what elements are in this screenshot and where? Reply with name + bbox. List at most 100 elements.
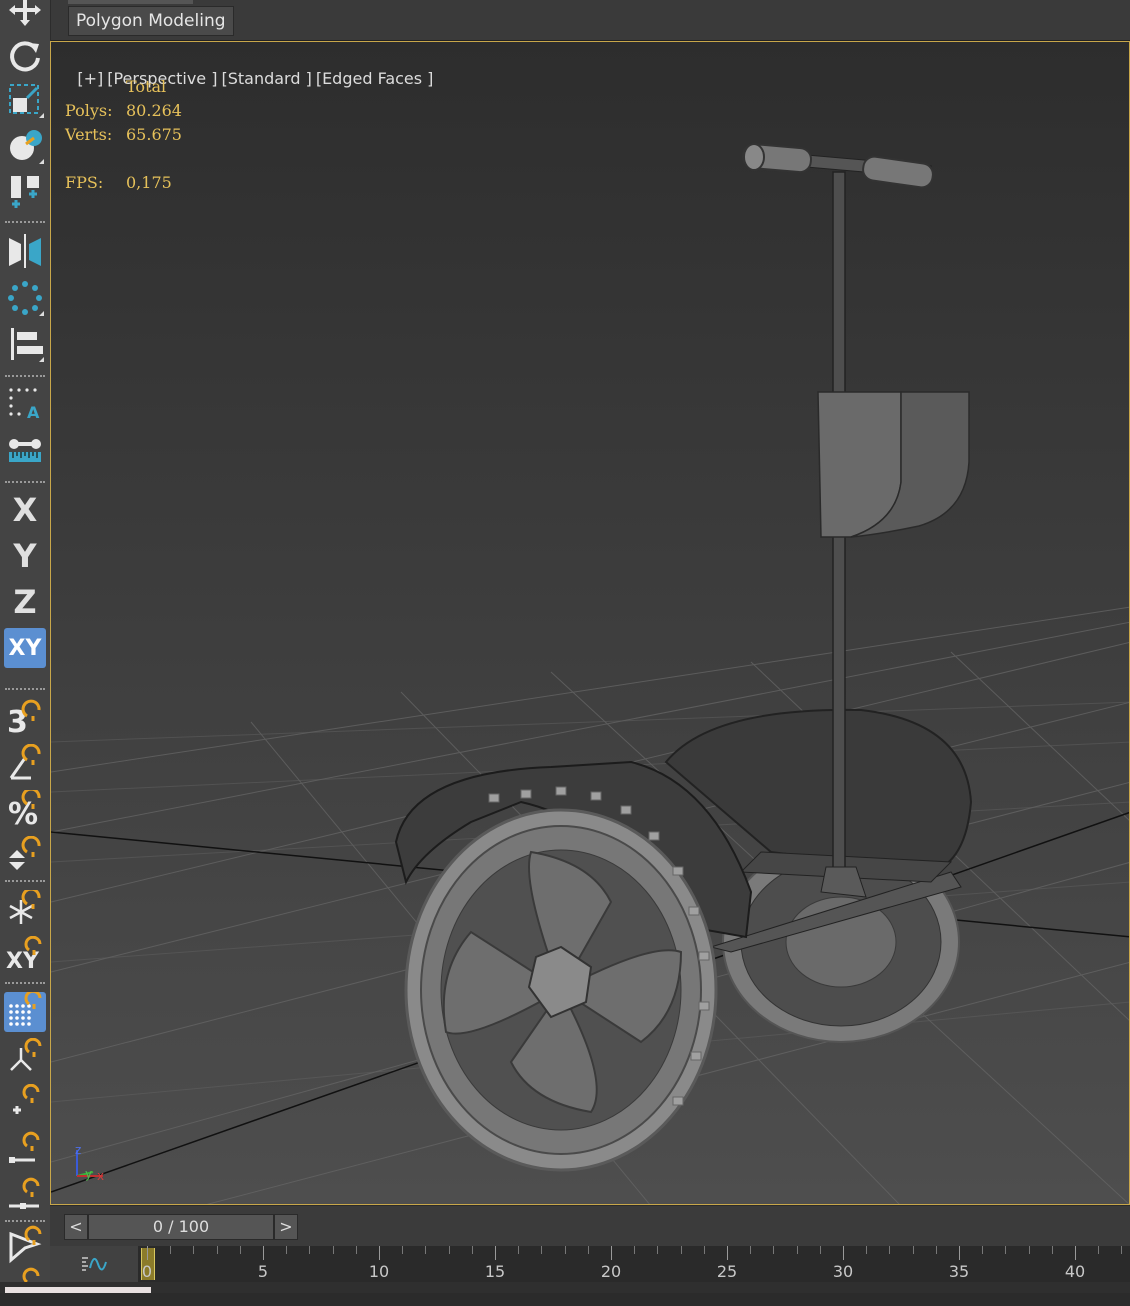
ruler-tick: [866, 1246, 868, 1254]
flyout-indicator: [39, 311, 44, 316]
xy-plane-button[interactable]: XY: [4, 628, 46, 668]
ruler-tick: [935, 1246, 937, 1254]
gizmo-y-label: y: [85, 1167, 92, 1181]
ruler-tick: [912, 1246, 914, 1254]
ruler-tick: [773, 1246, 775, 1254]
verts-label: Verts:: [65, 125, 113, 144]
named-selection-icon: A: [9, 388, 40, 422]
ruler-tick: [564, 1246, 566, 1254]
time-slider-thumb[interactable]: 0 / 100: [88, 1214, 274, 1240]
scale-button[interactable]: [4, 80, 46, 120]
perspective-viewport[interactable]: [+] [Perspective ] [Standard ] [Edged Faces…: [50, 41, 1130, 1205]
ruler-tick: [611, 1246, 612, 1260]
midpoint-snap-button[interactable]: [4, 1176, 46, 1216]
ruler-tick: [587, 1246, 589, 1254]
ruler-tick: [796, 1246, 798, 1254]
control-box: [817, 391, 970, 538]
create-selection-set-button[interactable]: [4, 170, 46, 210]
svg-text:3: 3: [7, 705, 28, 738]
y-axis-button[interactable]: Y: [4, 536, 46, 576]
grid-snap-button[interactable]: [4, 992, 46, 1032]
svg-text:A: A: [27, 403, 40, 422]
y-axis-icon: Y: [13, 537, 37, 575]
ruler-tick: [495, 1246, 496, 1260]
ruler-label: 15: [484, 1262, 506, 1281]
midpoint-snap-icon: [9, 1177, 40, 1209]
gizmo-x-label: x: [97, 1169, 104, 1183]
polys-label: Polys:: [65, 101, 113, 120]
3d-snap-button[interactable]: 3: [4, 698, 46, 738]
toolbar-separator: [5, 221, 45, 223]
snap-freeze-button[interactable]: [4, 890, 46, 930]
edge-snap-button[interactable]: [4, 1130, 46, 1170]
axis-constraint-snap-icon: XY: [6, 936, 42, 974]
ruler-tick: [1051, 1246, 1053, 1254]
ruler-tick: [819, 1246, 821, 1254]
axis-gizmo: z y x: [75, 1143, 104, 1183]
viewport-label[interactable]: [+] [Perspective ] [Standard ] [Edged Faces…: [57, 50, 437, 107]
ruler-label: 30: [832, 1262, 854, 1281]
ribbon-tab-polygon-modeling[interactable]: Polygon Modeling: [68, 6, 234, 36]
pivot-snap-button[interactable]: [4, 1038, 46, 1078]
viewport-menu-edged-faces[interactable]: [Edged Faces ]: [316, 69, 434, 88]
move-button[interactable]: [4, 0, 46, 30]
create-selection-icon: [11, 176, 39, 208]
main-toolbar: A X Y Z XY 3 % XY: [0, 0, 51, 1293]
measure-button[interactable]: [4, 430, 46, 470]
ruler-tick: [286, 1246, 288, 1254]
ruler-tick: [263, 1246, 264, 1260]
ruler-tick: [657, 1246, 659, 1254]
ruler-tick: [1121, 1246, 1123, 1254]
ruler-tick: [750, 1246, 752, 1254]
maxscript-listener-field[interactable]: [5, 1287, 151, 1293]
ruler-tick: [379, 1246, 380, 1260]
flyout-indicator: [39, 357, 44, 362]
time-slider-bar: < 0 / 100 >: [50, 1206, 1130, 1246]
ribbon-bar: Polygon Modeling: [50, 0, 1130, 41]
spinner-snap-button[interactable]: [4, 836, 46, 876]
named-selection-button[interactable]: A: [4, 384, 46, 424]
ruler-tick: [727, 1246, 728, 1260]
flyout-indicator: [39, 113, 44, 118]
ruler-label: 0: [141, 1262, 153, 1281]
ruler-label: 10: [368, 1262, 390, 1281]
toolbar-separator: [5, 481, 45, 483]
x-axis-button[interactable]: X: [4, 490, 46, 530]
ruler-label: 5: [257, 1262, 269, 1281]
vertex-snap-button[interactable]: [4, 1084, 46, 1124]
ruler-tick: [309, 1246, 311, 1254]
place-button[interactable]: [4, 126, 46, 166]
ruler-tick: [239, 1246, 241, 1254]
measure-icon: [9, 439, 41, 462]
time-slider-prev-button[interactable]: <: [64, 1214, 88, 1240]
viewport-scene: [51, 143, 1129, 1204]
ruler-tick: [1075, 1246, 1076, 1260]
ruler-tick: [402, 1246, 404, 1254]
array-button[interactable]: [4, 278, 46, 318]
ribbon-tab-stub[interactable]: [68, 0, 193, 4]
viewport-menu-standard[interactable]: [Standard ]: [221, 69, 311, 88]
flyout-indicator: [39, 159, 44, 164]
select-filter-button[interactable]: [4, 1224, 46, 1264]
fps-label: FPS:: [65, 173, 104, 192]
vertex-snap-icon: [13, 1084, 40, 1114]
x-axis-icon: X: [12, 491, 38, 529]
ruler-tick: [541, 1246, 543, 1254]
rotate-button[interactable]: [4, 36, 46, 76]
ruler-tick: [355, 1246, 357, 1254]
axis-constraint-snap-button[interactable]: XY: [4, 936, 46, 976]
z-axis-button[interactable]: Z: [4, 582, 46, 622]
align-button[interactable]: [4, 324, 46, 364]
time-slider-next-button[interactable]: >: [274, 1214, 298, 1240]
ruler-tick: [889, 1246, 891, 1254]
curve-editor-icon[interactable]: [80, 1254, 108, 1274]
ruler-tick: [425, 1246, 427, 1254]
viewport-menu-plus[interactable]: [+]: [77, 69, 103, 88]
mirror-button[interactable]: [4, 230, 46, 270]
percent-snap-button[interactable]: %: [4, 790, 46, 830]
track-bar[interactable]: 0 5 10 15 20 25 30 35 40: [50, 1246, 1130, 1282]
mirror-icon: [9, 234, 41, 268]
angle-snap-button[interactable]: [4, 744, 46, 784]
track-bar-ruler[interactable]: 0 5 10 15 20 25 30 35 40: [138, 1246, 1130, 1282]
status-bar: [0, 1282, 1130, 1293]
